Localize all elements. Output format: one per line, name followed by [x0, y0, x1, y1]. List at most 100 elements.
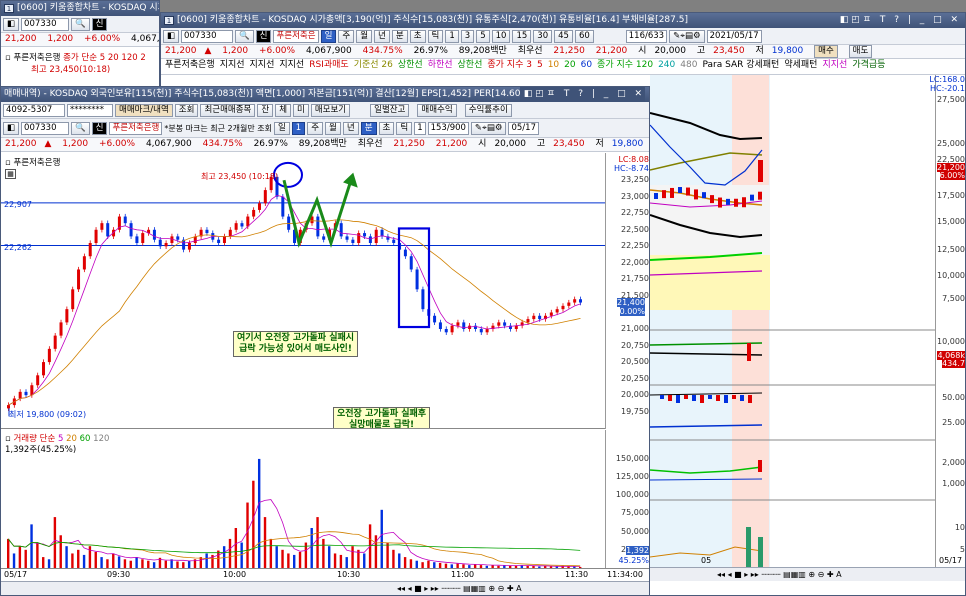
min-60[interactable]: 60: [574, 29, 594, 43]
memo-button[interactable]: 매모보기: [310, 103, 351, 117]
period-minute[interactable]: 분: [360, 121, 377, 135]
min-1[interactable]: 1: [445, 29, 459, 43]
candle-body: [368, 236, 372, 244]
period-tick[interactable]: 틱: [427, 29, 444, 43]
period-week[interactable]: 주: [338, 29, 355, 43]
stock-flag-icon: 신: [91, 121, 108, 135]
front-date-field[interactable]: 05/17: [508, 121, 539, 135]
tool-icons[interactable]: ✎⌖▤⚙: [669, 29, 705, 43]
volume-bar: [205, 553, 208, 568]
period-year[interactable]: 년: [342, 121, 359, 135]
period-second[interactable]: 초: [409, 29, 426, 43]
small-code-input[interactable]: 007330: [21, 17, 70, 31]
candle-body: [579, 299, 582, 303]
search-icon[interactable]: 🔍: [71, 17, 90, 31]
back-legend-item: 기준선 26: [353, 60, 393, 70]
price-pane[interactable]: ▫ 푸른저축은행 ▦ 22,907 22,262 최고 23,450 (10:1…: [1, 153, 605, 429]
price-lc-hc: HC:-8.74: [614, 164, 649, 173]
front-code-input[interactable]: 007330: [21, 121, 70, 135]
period-day[interactable]: 일: [320, 29, 337, 43]
volume-bar: [257, 458, 261, 568]
period-second[interactable]: 초: [378, 121, 395, 135]
volume-pane[interactable]: ▫ 거래량 단순 5 20 60 120 1,392주(45.25%): [1, 430, 605, 568]
chart-menu-icon[interactable]: ◧: [3, 17, 20, 31]
chart-menu-icon[interactable]: ◧: [163, 29, 180, 43]
min-15[interactable]: 15: [512, 29, 532, 43]
account-select[interactable]: 4092-5307: [3, 103, 65, 117]
volume-bar: [316, 517, 319, 568]
recent-trades-button[interactable]: 최근매매종목: [200, 103, 256, 117]
period-minute[interactable]: 분: [391, 29, 408, 43]
candle-body: [363, 233, 367, 237]
search-icon[interactable]: 🔍: [71, 121, 90, 135]
back-legend-item: 지지선: [822, 60, 848, 70]
candle-body: [392, 239, 396, 244]
back-sell-button[interactable]: 매도: [848, 45, 873, 58]
back-date-field[interactable]: 2021/05/17: [706, 29, 762, 43]
interval-select[interactable]: 1: [414, 121, 426, 135]
back-count-field[interactable]: 116/633: [625, 29, 668, 43]
period-month[interactable]: 월: [356, 29, 373, 43]
back-code-input[interactable]: 007330: [181, 29, 234, 43]
period-year[interactable]: 년: [374, 29, 390, 43]
sub2-bar: [724, 395, 728, 403]
period-month[interactable]: 월: [325, 121, 341, 135]
chart-menu-icon[interactable]: ◧: [3, 121, 20, 135]
candle-body: [450, 325, 454, 333]
window-controls[interactable]: ◧◰ㅍ T ? | _ □ ✕: [840, 13, 961, 28]
query-button[interactable]: 조회: [174, 103, 199, 117]
profit-trend-button[interactable]: 수익률추이: [464, 103, 512, 117]
sub4-bar-2: [758, 537, 763, 567]
period-week[interactable]: 주: [307, 121, 324, 135]
back-ytick: 15,000: [937, 217, 965, 226]
annot1-line2: 급락 가능성 있어서 매도사인!: [239, 344, 352, 354]
back-legend-item: 하한선: [427, 60, 453, 70]
front-count-field[interactable]: 153/900: [427, 121, 469, 135]
password-input[interactable]: ********: [67, 103, 113, 117]
filled-toggle[interactable]: 체: [275, 103, 292, 117]
min-5[interactable]: 5: [476, 29, 490, 43]
back-nav-icons[interactable]: ◂◂ ◂ ■ ▸ ▸▸ ┄┄┄┄ ▤▦▥ ⊕ ⊖ ✚ A: [717, 568, 842, 581]
x-tick: 11:00: [451, 570, 475, 579]
back-ytick: 1,000: [942, 479, 965, 488]
candle-body: [374, 229, 378, 244]
back-stock-name: 푸른저축은: [273, 29, 319, 43]
volume-yaxis: 150,000125,000100,00075,00050,00025,0001…: [605, 430, 649, 568]
period-value[interactable]: 1: [291, 121, 306, 135]
min-3[interactable]: 3: [460, 29, 475, 43]
tool-icons[interactable]: ✎⌖▤⚙: [470, 121, 507, 135]
ma20-line: [8, 219, 581, 406]
front-window-titlebar[interactable]: 매매내역) - KOSDAQ 외국인보유[115(천)] 주식수[15,083(…: [1, 87, 649, 102]
front-scrollbar[interactable]: ◂◂ ◂ ■ ▸ ▸▸ ┄┄┄┄ ▤▦▥ ⊕ ⊖ ✚ A: [1, 581, 649, 595]
balance-toggle[interactable]: 잔: [257, 103, 274, 117]
annot1-line1: 여기서 오전장 고가돌파 실패시: [237, 333, 355, 343]
trade-profit-button[interactable]: 매매수익: [417, 103, 457, 117]
unfilled-toggle[interactable]: 미: [293, 103, 309, 117]
back-legend-item: 종가 지수 120: [597, 60, 654, 70]
period-day[interactable]: 일: [273, 121, 290, 135]
grid-icon[interactable]: ▦: [5, 169, 16, 179]
front-amount: 89,208백만: [298, 139, 347, 149]
small-price-row: 21,200 1,200 +6.00% 4,067,: [1, 33, 159, 47]
back-last-price: 21,200: [165, 46, 197, 56]
price-ytick: 19,750: [621, 406, 649, 416]
front-nav-icons[interactable]: ◂◂ ◂ ■ ▸ ▸▸ ┄┄┄┄ ▤▦▥ ⊕ ⊖ ✚ A: [397, 582, 522, 595]
search-icon[interactable]: 🔍: [235, 29, 254, 43]
back-legend-row: 푸른저축은행 지지선 지지선 지지선 RSI과매도 기준선 26 상한선 하한선 상한선 종가 지…: [161, 59, 965, 75]
window-controls[interactable]: ◧◰ㅍ T ? | _ □ ✕: [519, 87, 645, 102]
period-tick[interactable]: 틱: [396, 121, 413, 135]
min-30[interactable]: 30: [533, 29, 553, 43]
back-ytick: 25.00: [942, 418, 965, 427]
min-10[interactable]: 10: [491, 29, 511, 43]
trade-mark-button[interactable]: 매매마크/내역: [115, 103, 173, 117]
min-45[interactable]: 45: [554, 29, 573, 43]
price-ytick: 20,750: [621, 340, 649, 350]
back-window-titlebar[interactable]: 1 [0600] 키움종합차트 - KOSDAQ 시가총액[3,190(억)] …: [161, 13, 965, 28]
candle-body: [479, 329, 483, 333]
volume-bar: [427, 560, 430, 568]
front-open-label: 시: [478, 139, 487, 149]
small-window-titlebar[interactable]: 1 [0600] 키움종합차트 - KOSDAQ 시가총액[3,190(억)]: [1, 1, 159, 16]
daily-balance-button[interactable]: 일별잔고: [370, 103, 410, 117]
back-buy-button[interactable]: 매수: [814, 45, 838, 58]
vol-legend-p3: 60: [79, 434, 91, 444]
